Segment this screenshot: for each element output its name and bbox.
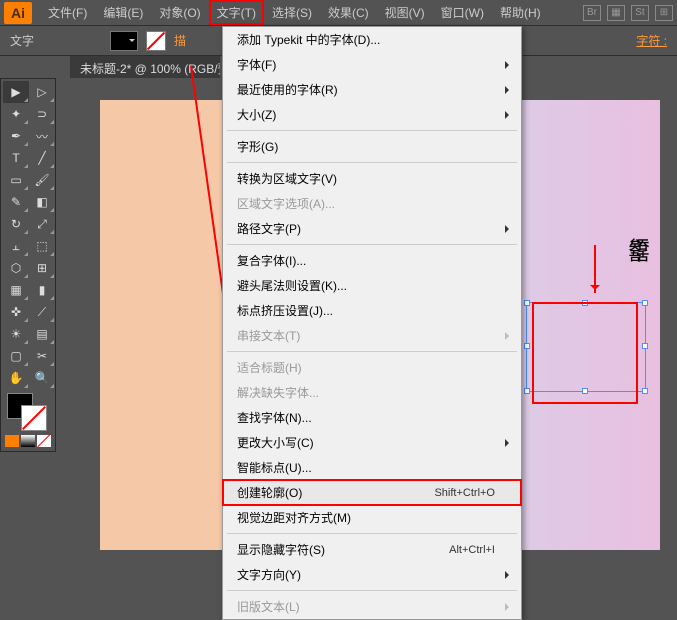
document-tab[interactable]: 未标题-2* @ 100% (RGB/预览) [70, 56, 220, 78]
annotation-box-canvas [532, 302, 638, 404]
tool-eyedrop[interactable]: ✜ [3, 301, 29, 323]
color-mode-row[interactable] [3, 433, 55, 449]
tool-blend[interactable]: ⟋ [29, 301, 55, 323]
tool-symbol[interactable]: ☀ [3, 323, 29, 345]
stock-icon[interactable]: St [631, 5, 649, 21]
tool-zoom[interactable]: 🔍 [29, 367, 55, 389]
menu-item-旧版文本L: 旧版文本(L) [223, 594, 521, 619]
menu-视图[interactable]: 视图(V) [377, 0, 433, 25]
tool-eraser[interactable]: ◧ [29, 191, 55, 213]
menu-item-字体F[interactable]: 字体(F) [223, 52, 521, 77]
tool-line[interactable]: ╱ [29, 147, 55, 169]
text-object[interactable]: 矣吞 吾舌 [629, 240, 645, 262]
menu-item-添加 Typekit 中的字体D[interactable]: 添加 Typekit 中的字体(D)... [223, 27, 521, 52]
menu-对象[interactable]: 对象(O) [151, 0, 208, 25]
toolbox: ▶▷✦⊃✒〰T╱▭🖌✎◧↻⤢⫠⬚⬡⊞▦▮✜⟋☀▤▢✂✋🔍 [0, 78, 56, 452]
menu-item-大小Z[interactable]: 大小(Z) [223, 102, 521, 127]
tool-lasso[interactable]: ⊃ [29, 103, 55, 125]
fill-swatch[interactable] [110, 31, 138, 51]
workspace-icon[interactable]: ⊞ [655, 5, 673, 21]
stroke-swatch[interactable] [146, 31, 166, 51]
menu-编辑[interactable]: 编辑(E) [95, 0, 151, 25]
character-panel-link[interactable]: 字符 : [636, 32, 667, 49]
menu-item-复合字体I[interactable]: 复合字体(I)... [223, 248, 521, 273]
menu-item-转换为区域文字V[interactable]: 转换为区域文字(V) [223, 166, 521, 191]
tool-direct-select[interactable]: ▷ [29, 81, 55, 103]
menu-item-字形G[interactable]: 字形(G) [223, 134, 521, 159]
menu-item-路径文字P[interactable]: 路径文字(P) [223, 216, 521, 241]
menu-item-最近使用的字体R[interactable]: 最近使用的字体(R) [223, 77, 521, 102]
type-menu-dropdown: 添加 Typekit 中的字体(D)...字体(F)最近使用的字体(R)大小(Z… [222, 26, 522, 620]
tool-perspective[interactable]: ⊞ [29, 257, 55, 279]
menu-文字[interactable]: 文字(T) [209, 0, 264, 25]
tool-brush[interactable]: 🖌 [29, 169, 55, 191]
arrange-icon[interactable]: ▦ [607, 5, 625, 21]
menu-item-避头尾法则设置K[interactable]: 避头尾法则设置(K)... [223, 273, 521, 298]
menu-item-视觉边距对齐方式M[interactable]: 视觉边距对齐方式(M) [223, 505, 521, 530]
opt-label: 文字 [10, 32, 34, 49]
tool-pencil[interactable]: ✎ [3, 191, 29, 213]
tool-wand[interactable]: ✦ [3, 103, 29, 125]
menu-窗口[interactable]: 窗口(W) [433, 0, 492, 25]
fill-stroke-control[interactable] [3, 389, 55, 433]
text-line-2: 吾舌 [629, 251, 645, 262]
menu-item-串接文本T: 串接文本(T) [223, 323, 521, 348]
tool-curve[interactable]: 〰 [29, 125, 55, 147]
tool-shape-builder[interactable]: ⬡ [3, 257, 29, 279]
menu-item-更改大小写C[interactable]: 更改大小写(C) [223, 430, 521, 455]
app-logo: Ai [4, 2, 32, 24]
menu-item-智能标点U[interactable]: 智能标点(U)... [223, 455, 521, 480]
menu-帮助[interactable]: 帮助(H) [492, 0, 549, 25]
tool-mesh[interactable]: ▦ [3, 279, 29, 301]
menu-item-显示隐藏字符S[interactable]: 显示隐藏字符(S)Alt+Ctrl+I [223, 537, 521, 562]
stroke-label: 描 [174, 32, 186, 49]
tool-type[interactable]: T [3, 147, 29, 169]
tool-pen[interactable]: ✒ [3, 125, 29, 147]
tool-rotate[interactable]: ↻ [3, 213, 29, 235]
tool-rect[interactable]: ▭ [3, 169, 29, 191]
bridge-icon[interactable]: Br [583, 5, 601, 21]
menu-item-区域文字选项A: 区域文字选项(A)... [223, 191, 521, 216]
menu-效果[interactable]: 效果(C) [320, 0, 377, 25]
annotation-arrow-2 [594, 245, 596, 293]
tool-selection[interactable]: ▶ [3, 81, 29, 103]
tool-artboard[interactable]: ▢ [3, 345, 29, 367]
tool-hand[interactable]: ✋ [3, 367, 29, 389]
tool-width[interactable]: ⫠ [3, 235, 29, 257]
tool-graph[interactable]: ▤ [29, 323, 55, 345]
menu-item-标点挤压设置J[interactable]: 标点挤压设置(J)... [223, 298, 521, 323]
tool-slice[interactable]: ✂ [29, 345, 55, 367]
menu-item-解决缺失字体: 解决缺失字体... [223, 380, 521, 405]
tool-gradient[interactable]: ▮ [29, 279, 55, 301]
menu-item-文字方向Y[interactable]: 文字方向(Y) [223, 562, 521, 587]
menu-item-查找字体N[interactable]: 查找字体(N)... [223, 405, 521, 430]
menu-文件[interactable]: 文件(F) [40, 0, 95, 25]
tool-scale[interactable]: ⤢ [29, 213, 55, 235]
menu-选择[interactable]: 选择(S) [264, 0, 320, 25]
tool-free[interactable]: ⬚ [29, 235, 55, 257]
menu-item-适合标题H: 适合标题(H) [223, 355, 521, 380]
menu-item-创建轮廓O[interactable]: 创建轮廓(O)Shift+Ctrl+O [223, 480, 521, 505]
